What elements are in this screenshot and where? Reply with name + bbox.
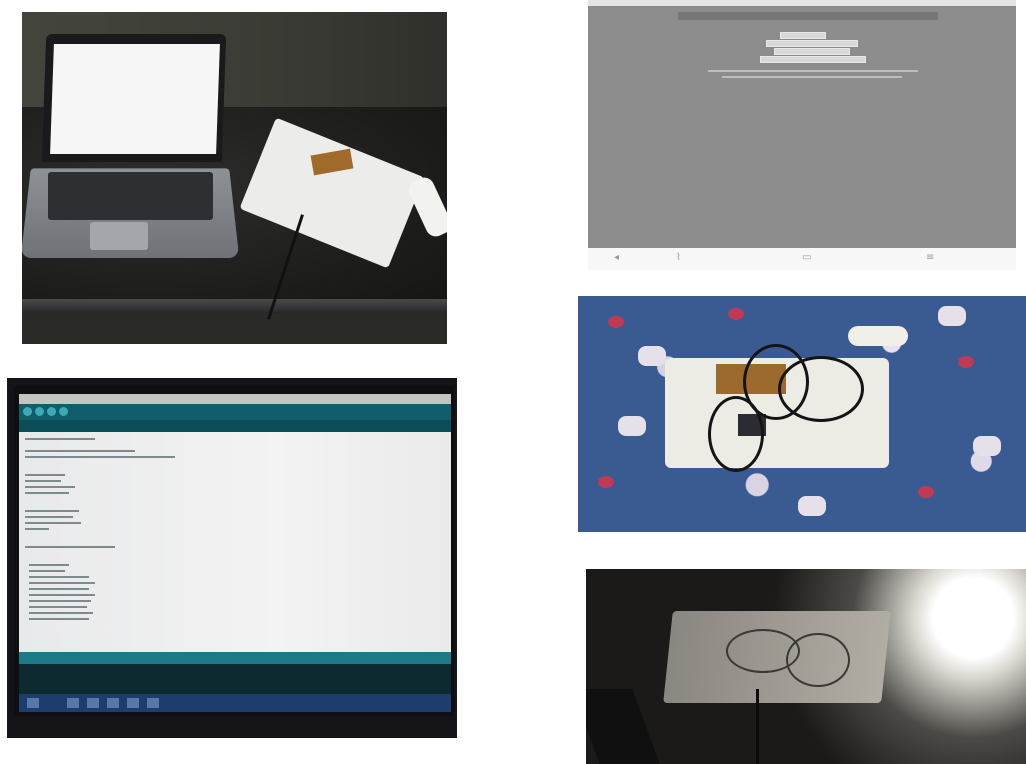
jumper-wire xyxy=(786,633,850,687)
ide-tab-bar xyxy=(19,420,451,432)
ide-status-bar xyxy=(19,652,451,664)
board-on-cloth-photo xyxy=(578,296,1026,532)
app-text-line xyxy=(708,70,918,72)
new-icon xyxy=(47,407,56,416)
ide-toolbar xyxy=(19,404,451,420)
laptop-keyboard xyxy=(48,172,213,220)
cloth-pattern xyxy=(958,356,974,368)
board-with-lit-bulb-photo xyxy=(586,569,1026,764)
ide-console xyxy=(19,664,451,694)
taskbar-app-icon xyxy=(87,698,99,708)
code-line xyxy=(25,456,175,458)
app-heading xyxy=(678,12,938,20)
cloth-pattern xyxy=(728,308,744,320)
home-icon: ▭ xyxy=(802,252,812,263)
verify-icon xyxy=(23,407,32,416)
code-line xyxy=(25,516,73,518)
taskbar-app-icon xyxy=(107,698,119,708)
cloth-pattern xyxy=(608,316,624,328)
recent-apps-icon: ⌇ xyxy=(676,252,681,263)
taskbar-app-icon xyxy=(147,698,159,708)
code-line xyxy=(29,594,95,596)
code-line xyxy=(29,612,93,614)
ide-menu-bar xyxy=(19,394,451,404)
code-line xyxy=(29,570,65,572)
cloth-pattern xyxy=(918,486,934,498)
back-icon: ◂ xyxy=(614,252,620,263)
code-line xyxy=(29,618,89,620)
shadow xyxy=(586,689,660,764)
taskbar-app-icon xyxy=(67,698,79,708)
cloth-pattern xyxy=(638,346,666,366)
windows-taskbar xyxy=(19,694,451,712)
code-line xyxy=(25,510,79,512)
app-button xyxy=(774,48,850,55)
code-line xyxy=(29,588,89,590)
app-button xyxy=(780,32,826,39)
menu-icon: ≡ xyxy=(926,252,935,263)
code-line xyxy=(29,564,69,566)
laptop-screen xyxy=(50,44,220,154)
code-line xyxy=(29,606,87,608)
app-text-line xyxy=(722,76,902,78)
code-line xyxy=(25,522,81,524)
cloth-pattern xyxy=(938,306,966,326)
code-line xyxy=(25,480,61,482)
laptop-touchpad xyxy=(90,222,148,250)
code-line xyxy=(29,582,95,584)
jumper-wire xyxy=(778,356,864,422)
code-line xyxy=(25,438,95,440)
mobile-app-screenshot: ◂ ⌇ ▭ ≡ xyxy=(588,0,1016,270)
code-line xyxy=(29,600,91,602)
cloth-pattern xyxy=(798,496,826,516)
app-button xyxy=(766,40,858,47)
open-icon xyxy=(59,407,68,416)
cloth-pattern xyxy=(618,416,646,436)
code-line xyxy=(25,492,69,494)
counter-edge xyxy=(22,299,447,313)
counter-front xyxy=(22,313,447,344)
upload-icon xyxy=(35,407,44,416)
jumper-wire xyxy=(708,396,764,472)
code-line xyxy=(25,528,49,530)
code-line xyxy=(25,486,75,488)
app-button xyxy=(760,56,866,63)
power-cable xyxy=(756,689,759,764)
code-line xyxy=(25,474,65,476)
start-icon xyxy=(27,698,39,708)
cloth-pattern xyxy=(598,476,614,488)
code-line xyxy=(25,450,135,452)
taskbar-app-icon xyxy=(127,698,139,708)
code-line xyxy=(29,576,89,578)
light-bulb xyxy=(848,326,908,346)
cloth-pattern xyxy=(973,436,1001,456)
laptop-setup-photo xyxy=(22,12,447,344)
arduino-code-screen-photo xyxy=(7,378,457,738)
code-line xyxy=(25,546,115,548)
